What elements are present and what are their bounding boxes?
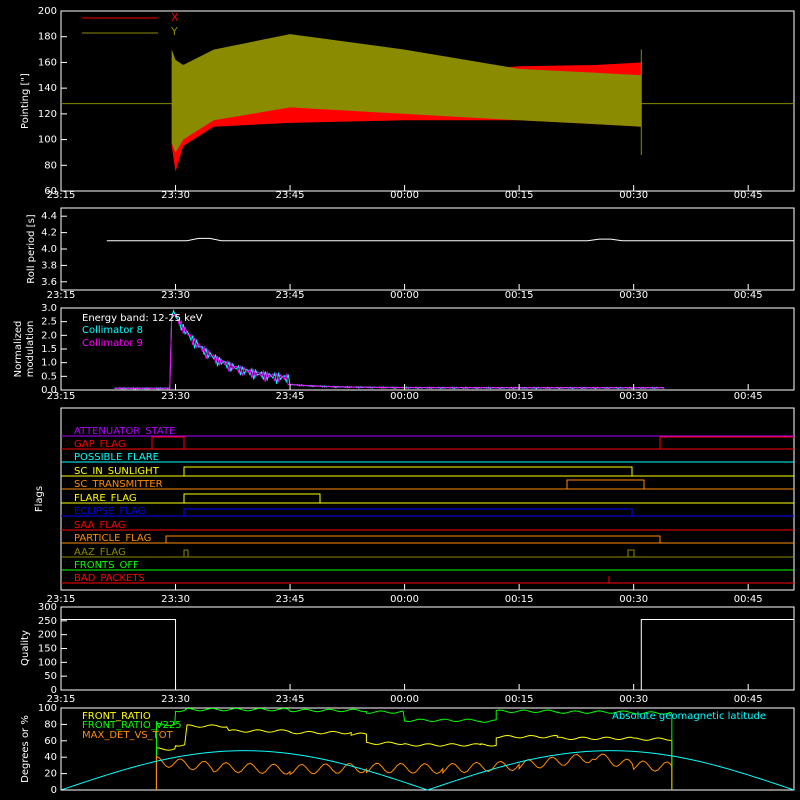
time-tick-label: 00:00 [390, 391, 419, 402]
y-tick-label: 1.0 [41, 358, 57, 369]
time-tick-label: 23:45 [276, 594, 305, 605]
flag-label: FLARE_FLAG [74, 493, 137, 504]
time-tick-label: 00:30 [619, 594, 648, 605]
time-tick-label: 00:00 [390, 290, 419, 301]
time-tick-label: 00:45 [734, 694, 763, 705]
legend-y-label: Y [170, 25, 178, 38]
time-tick-label: 23:15 [47, 391, 76, 402]
quality-ylabel: Quality [20, 630, 31, 666]
time-tick-label: 00:45 [734, 391, 763, 402]
flag-label: AAZ_FLAG [74, 547, 126, 558]
y-tick-label: 20 [44, 769, 57, 780]
time-tick-label: 00:00 [390, 594, 419, 605]
y-tick-label: 250 [38, 616, 57, 627]
time-tick-label: 00:30 [619, 190, 648, 201]
flag-label: ECLIPSE_FLAG [74, 506, 145, 517]
y-tick-label: 80 [44, 719, 57, 730]
time-tick-label: 00:00 [390, 694, 419, 705]
time-tick-label: 00:15 [505, 391, 534, 402]
roll-period-ylabel: Roll period [s] [26, 214, 37, 283]
y-tick-label: 120 [38, 109, 57, 120]
time-tick-label: 23:30 [161, 290, 190, 301]
time-tick-label: 23:45 [276, 391, 305, 402]
time-tick-label: 00:15 [505, 190, 534, 201]
time-tick-label: 00:15 [505, 694, 534, 705]
time-tick-label: 23:15 [47, 290, 76, 301]
flag-label: FRONTS_OFF [74, 560, 139, 571]
flag-label: SC_TRANSMITTER [74, 479, 163, 490]
y-tick-label: 4.0 [41, 244, 57, 255]
y-tick-label: 100 [38, 703, 57, 714]
y-tick-label: 200 [38, 630, 57, 641]
legend-x-label: X [171, 11, 179, 24]
y-tick-label: 50 [44, 671, 57, 682]
time-tick-label: 23:30 [161, 391, 190, 402]
y-tick-label: 4.2 [41, 228, 57, 239]
y-tick-label: 1.5 [41, 344, 57, 355]
pointing-ylabel: Pointing ["] [20, 73, 31, 129]
modulation-ylabel-1: Normalized [13, 321, 24, 378]
time-tick-label: 23:45 [276, 190, 305, 201]
time-tick-label: 00:15 [505, 594, 534, 605]
y-tick-label: 100 [38, 135, 57, 146]
y-tick-label: 4.4 [41, 211, 57, 222]
ratio-ylabel: Degrees or % [20, 715, 31, 783]
y-tick-label: 3.8 [41, 260, 57, 271]
y-tick-label: 150 [38, 644, 57, 655]
y-tick-label: 40 [44, 752, 57, 763]
flag-label: GAP_FLAG [74, 439, 126, 450]
flag-label: PARTICLE_FLAG [74, 533, 151, 544]
time-tick-label: 00:30 [619, 694, 648, 705]
y-tick-label: 200 [38, 6, 57, 17]
y-tick-label: 3.0 [41, 303, 57, 314]
flags-ylabel: Flags [34, 486, 45, 512]
flag-label: ATTENUATOR_STATE [74, 426, 175, 437]
time-tick-label: 00:00 [390, 190, 419, 201]
y-tick-label: 160 [38, 57, 57, 68]
time-tick-label: 00:15 [505, 290, 534, 301]
time-tick-label: 23:45 [276, 694, 305, 705]
time-tick-label: 23:30 [161, 594, 190, 605]
y-tick-label: 80 [44, 160, 57, 171]
y-tick-label: 2.5 [41, 317, 57, 328]
flag-label: SC_IN_SUNLIGHT [74, 466, 160, 477]
y-tick-label: 0.5 [41, 371, 57, 382]
flag-label: BAD_PACKETS [74, 573, 145, 584]
collimator-8-label: Collimator 8 [82, 325, 143, 336]
geomagnetic-latitude-label: Absolute geomagnetic latitude [612, 711, 766, 722]
y-tick-label: 2.0 [41, 330, 57, 341]
y-tick-label: 0 [51, 785, 57, 796]
y-tick-label: 60 [44, 736, 57, 747]
y-tick-label: 180 [38, 32, 57, 43]
time-tick-label: 23:15 [47, 190, 76, 201]
flag-label: POSSIBLE_FLARE [74, 452, 159, 463]
y-tick-label: 300 [38, 602, 57, 613]
time-tick-label: 00:45 [734, 290, 763, 301]
max-det-vs-tot-label: MAX_DET_VS_TOT [82, 730, 174, 741]
time-tick-label: 00:30 [619, 290, 648, 301]
y-tick-label: 100 [38, 657, 57, 668]
time-tick-label: 23:45 [276, 290, 305, 301]
collimator-9-label: Collimator 9 [82, 338, 143, 349]
time-tick-label: 23:30 [161, 190, 190, 201]
energy-band-label: Energy band: 12-25 keV [82, 313, 203, 324]
time-tick-label: 00:30 [619, 391, 648, 402]
time-tick-label: 23:30 [161, 694, 190, 705]
time-tick-label: 00:45 [734, 594, 763, 605]
time-tick-label: 00:45 [734, 190, 763, 201]
y-tick-label: 140 [38, 83, 57, 94]
quicklook-figure: 6080100120140160180200 Pointing ["] X Y … [0, 0, 800, 800]
flag-label: SAA_FLAG [74, 520, 125, 531]
modulation-ylabel-2: modulation [25, 321, 36, 378]
y-tick-label: 3.6 [41, 277, 57, 288]
